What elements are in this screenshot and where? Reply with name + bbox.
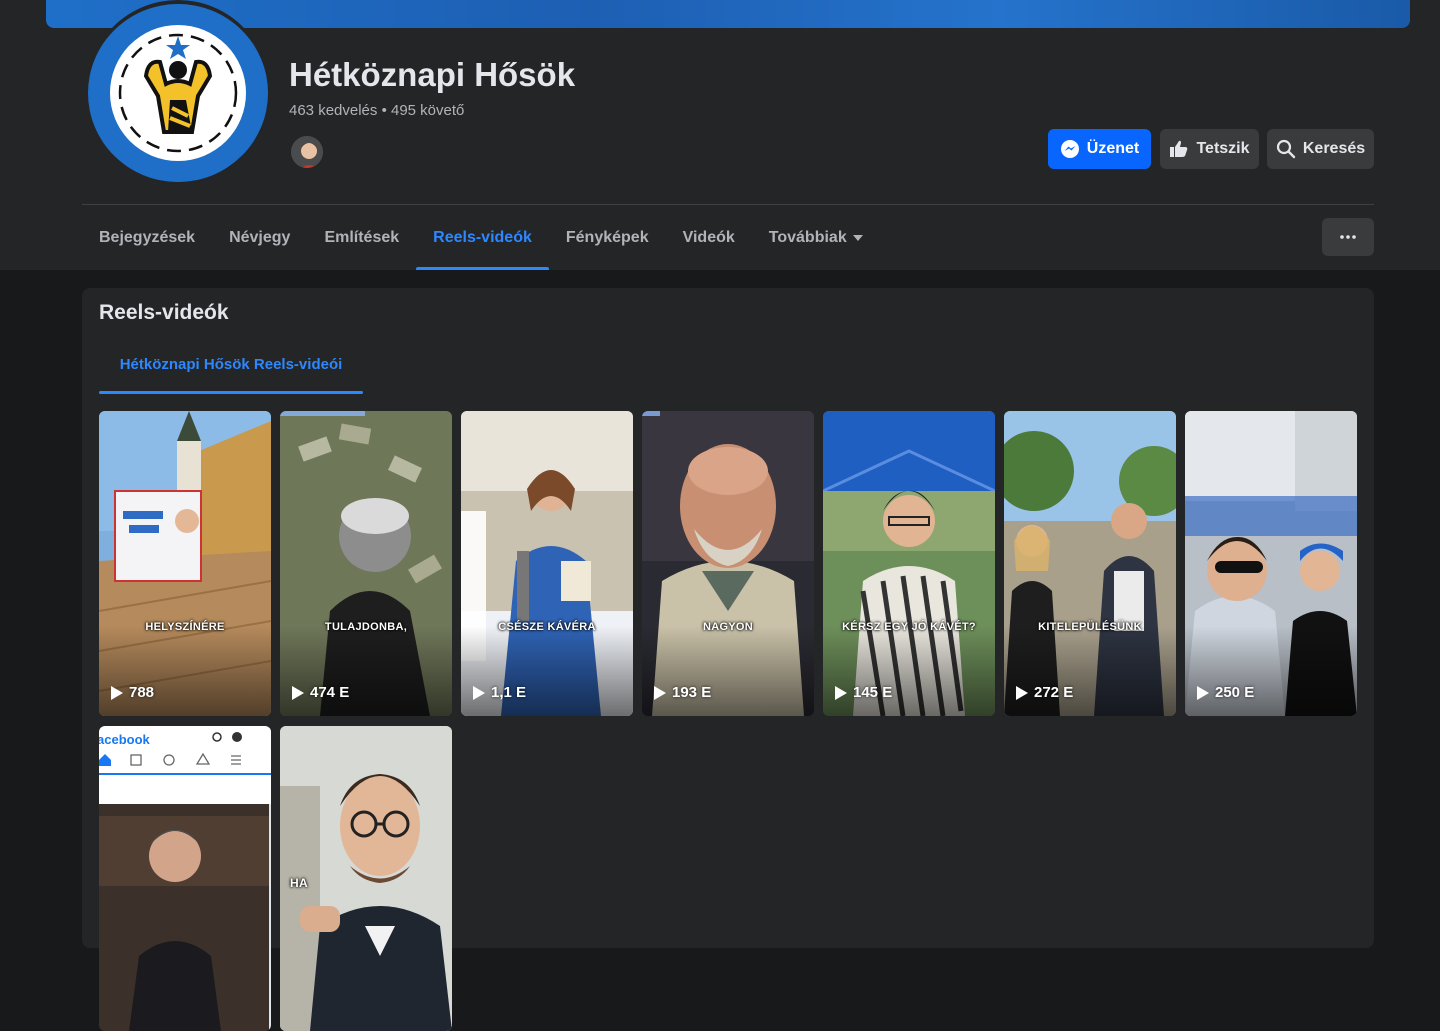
- play-icon: [1197, 685, 1209, 700]
- reels-subtab[interactable]: Hétköznapi Hősök Reels-videói: [99, 334, 363, 394]
- view-count: 474 E: [310, 684, 350, 701]
- reel-shade: [280, 626, 452, 716]
- reel-shade: [461, 626, 633, 716]
- tab-label: Videók: [682, 228, 735, 246]
- reel-caption: HELYSZÍNÉRE: [145, 621, 225, 633]
- reel-shade: [823, 626, 995, 716]
- play-icon: [835, 685, 847, 700]
- reel-views: 145 E: [835, 684, 892, 701]
- tab-photos[interactable]: Fényképek: [549, 205, 666, 270]
- reel-shade: [99, 626, 271, 716]
- reel-caption: KÉRSZ EGY JÓ KÁVÉT?: [842, 621, 976, 633]
- play-icon: [473, 685, 485, 700]
- like-button[interactable]: Tetszik: [1160, 129, 1259, 169]
- thumbs-up-icon: [1170, 140, 1188, 157]
- facebook-mock-header: acebook: [99, 726, 271, 804]
- view-count: 272 E: [1034, 684, 1074, 701]
- like-label: Tetszik: [1196, 140, 1250, 157]
- reel-views: 1,1 E: [473, 684, 526, 701]
- view-count: 250 E: [1215, 684, 1255, 701]
- reel-shade: [1185, 626, 1357, 716]
- page-title: Hétköznapi Hősök: [289, 56, 576, 93]
- reel-progress: [280, 411, 365, 416]
- tab-label: Fényképek: [565, 228, 649, 246]
- view-count: 193 E: [672, 684, 712, 701]
- reel-views: 272 E: [1016, 684, 1073, 701]
- tab-label: Említések: [324, 228, 400, 246]
- tab-about[interactable]: Névjegy: [212, 205, 307, 270]
- reel-card[interactable]: KITELEPÜLÉSÜNK 272 E: [1004, 411, 1176, 716]
- reel-card[interactable]: acebook: [99, 726, 271, 1031]
- reels-section-title: Reels-videók: [99, 301, 229, 324]
- reel-views: 474 E: [292, 684, 349, 701]
- page-avatar[interactable]: [88, 4, 268, 182]
- reels-card: Reels-videók Hétköznapi Hősök Reels-vide…: [82, 288, 1374, 1031]
- reel-shade: [1004, 626, 1176, 716]
- reel-caption: HA: [290, 876, 308, 890]
- tab-label: Bejegyzések: [99, 228, 196, 246]
- search-button[interactable]: Keresés: [1267, 129, 1374, 169]
- reel-card[interactable]: 250 E: [1185, 411, 1357, 716]
- reel-views: 250 E: [1197, 684, 1254, 701]
- more-options-button[interactable]: [1322, 218, 1374, 256]
- search-icon: [1276, 139, 1296, 159]
- tab-videos[interactable]: Videók: [666, 205, 752, 270]
- page-stats[interactable]: 463 kedvelés • 495 követő: [289, 102, 464, 119]
- profile-tabs: Bejegyzések Névjegy Említések Reels-vide…: [82, 205, 880, 270]
- reel-views: 193 E: [654, 684, 711, 701]
- reel-card[interactable]: KÉRSZ EGY JÓ KÁVÉT? 145 E: [823, 411, 995, 716]
- tab-reels[interactable]: Reels-videók: [416, 205, 549, 270]
- tab-label: Reels-videók: [433, 228, 532, 246]
- caret-down-icon: [852, 234, 863, 241]
- tab-more[interactable]: Továbbiak: [752, 205, 880, 270]
- tab-label: Névjegy: [229, 228, 291, 246]
- message-button[interactable]: Üzenet: [1048, 129, 1151, 169]
- search-label: Keresés: [1302, 140, 1366, 157]
- tab-mentions[interactable]: Említések: [307, 205, 416, 270]
- play-icon: [292, 685, 304, 700]
- subtab-label: Hétköznapi Hősök Reels-videói: [119, 355, 343, 373]
- reel-progress: [642, 411, 660, 416]
- view-count: 145 E: [853, 684, 893, 701]
- play-icon: [1016, 685, 1028, 700]
- reel-caption: TULAJDONBA,: [324, 621, 408, 633]
- reel-shade: [642, 626, 814, 716]
- view-count: 788: [129, 684, 155, 701]
- play-icon: [654, 685, 666, 700]
- view-count: 1,1 E: [491, 684, 527, 701]
- reel-card[interactable]: CSÉSZE KÁVÉRA 1,1 E: [461, 411, 633, 716]
- cover-photo[interactable]: [46, 0, 1410, 28]
- reel-caption: KITELEPÜLÉSÜNK: [1038, 621, 1142, 633]
- hero-logo-icon: [89, 4, 267, 182]
- reel-card[interactable]: TULAJDONBA, 474 E: [280, 411, 452, 716]
- reel-card[interactable]: HA: [280, 726, 452, 1031]
- play-icon: [111, 685, 123, 700]
- reel-card[interactable]: NAGYON 193 E: [642, 411, 814, 716]
- messenger-icon: [1060, 140, 1079, 158]
- friend-avatar[interactable]: [289, 134, 325, 170]
- reel-caption: NAGYON: [702, 621, 754, 633]
- reels-grid: HELYSZÍNÉRE 788 TULAJDONBA, 474 E CSÉSZE…: [99, 411, 1359, 1031]
- message-label: Üzenet: [1086, 140, 1140, 157]
- tab-posts[interactable]: Bejegyzések: [82, 205, 212, 270]
- facebook-nav-icons: [99, 732, 271, 775]
- reel-views: 788: [111, 684, 154, 701]
- ellipsis-icon: [1340, 235, 1356, 239]
- tab-label: Továbbiak: [768, 228, 847, 246]
- reel-card[interactable]: HELYSZÍNÉRE 788: [99, 411, 271, 716]
- reel-caption: CSÉSZE KÁVÉRA: [498, 621, 596, 633]
